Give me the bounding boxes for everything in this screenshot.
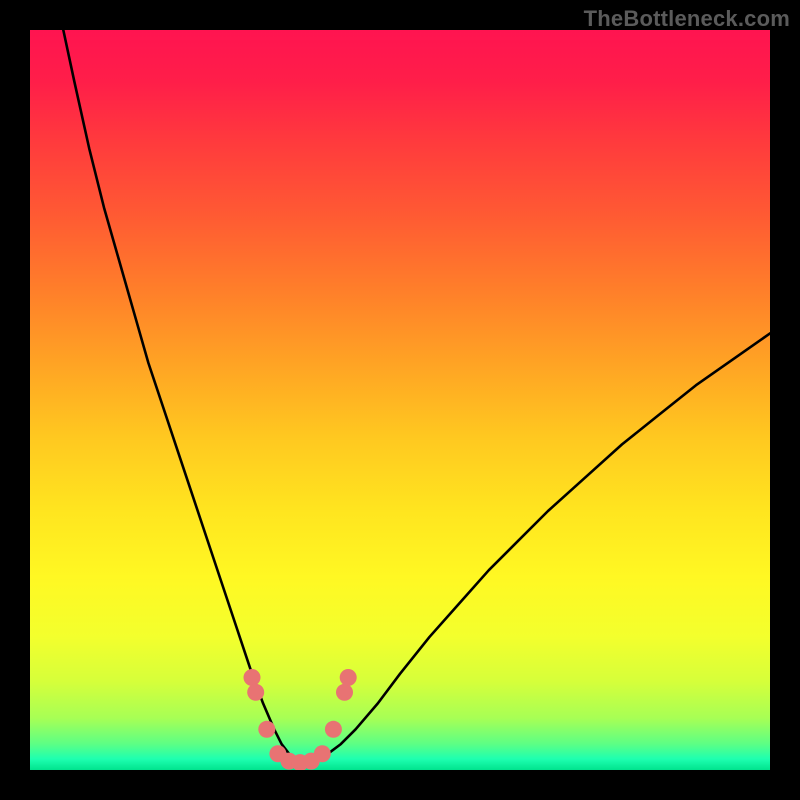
curve-marker <box>247 684 264 701</box>
curve-markers <box>243 669 356 770</box>
curve-marker <box>243 669 260 686</box>
curve-marker <box>340 669 357 686</box>
bottleneck-curve <box>63 30 770 763</box>
curve-layer <box>30 30 770 770</box>
watermark-text: TheBottleneck.com <box>584 6 790 32</box>
curve-marker <box>325 721 342 738</box>
plot-area <box>30 30 770 770</box>
curve-marker <box>258 721 275 738</box>
curve-marker <box>314 745 331 762</box>
curve-marker <box>336 684 353 701</box>
chart-frame: TheBottleneck.com <box>0 0 800 800</box>
